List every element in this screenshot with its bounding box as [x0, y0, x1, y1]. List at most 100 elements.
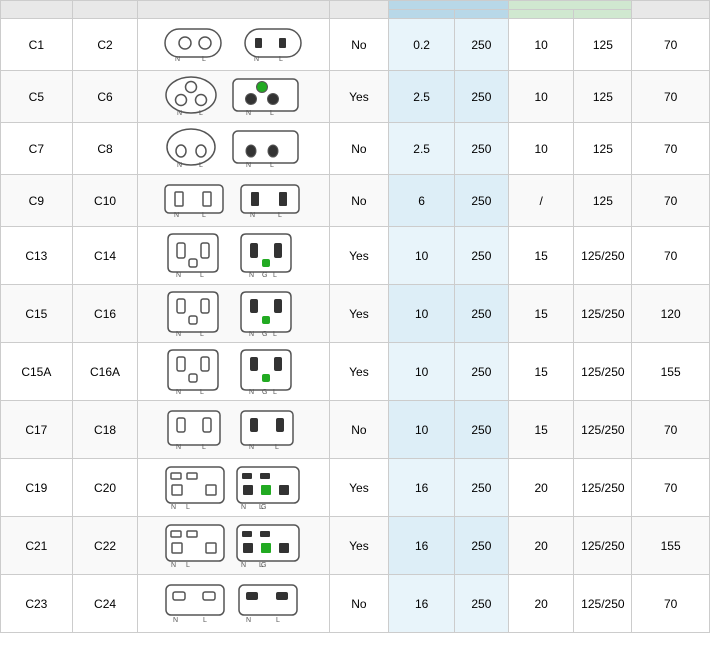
- intl-voltage-cell: 250: [455, 175, 509, 227]
- appliance-cell: C16A: [72, 343, 138, 401]
- svg-text:N: N: [249, 272, 254, 279]
- connector-cell: C9: [1, 175, 73, 227]
- na-current-cell: /: [508, 175, 574, 227]
- na-voltage-cell: 125/250: [574, 575, 632, 633]
- svg-text:G: G: [261, 562, 266, 569]
- intl-current-cell: 16: [389, 575, 455, 633]
- max-pin-temp-cell: 155: [632, 517, 710, 575]
- header-intl-voltage: [455, 10, 509, 19]
- svg-text:L: L: [273, 272, 277, 279]
- header-na-voltage: [574, 10, 632, 19]
- svg-text:N: N: [177, 162, 182, 169]
- na-current-cell: 15: [508, 401, 574, 459]
- earth-cell: Yes: [329, 285, 389, 343]
- svg-text:L: L: [186, 504, 190, 511]
- svg-text:N: N: [176, 444, 181, 451]
- na-current-cell: 20: [508, 517, 574, 575]
- na-voltage-cell: 125: [574, 19, 632, 71]
- header-earth: [329, 1, 389, 19]
- na-voltage-cell: 125: [574, 71, 632, 123]
- config-cell: N L N L G: [138, 343, 329, 401]
- svg-text:L: L: [273, 389, 277, 395]
- svg-text:N: N: [173, 617, 178, 624]
- svg-text:N: N: [254, 56, 259, 63]
- svg-text:L: L: [199, 110, 203, 117]
- intl-voltage-cell: 250: [455, 71, 509, 123]
- appliance-cell: C8: [72, 123, 138, 175]
- earth-cell: No: [329, 401, 389, 459]
- earth-cell: Yes: [329, 71, 389, 123]
- intl-current-cell: 16: [389, 517, 455, 575]
- appliance-cell: C6: [72, 71, 138, 123]
- config-cell: N L N L G: [138, 227, 329, 285]
- svg-text:N: N: [249, 331, 254, 337]
- svg-text:N: N: [246, 617, 251, 624]
- intl-current-cell: 2.5: [389, 71, 455, 123]
- intl-voltage-cell: 250: [455, 123, 509, 175]
- max-pin-temp-cell: 155: [632, 343, 710, 401]
- earth-cell: No: [329, 575, 389, 633]
- intl-current-cell: 16: [389, 459, 455, 517]
- connector-cell: C1: [1, 19, 73, 71]
- max-pin-temp-cell: 70: [632, 123, 710, 175]
- max-pin-temp-cell: 70: [632, 227, 710, 285]
- svg-text:L: L: [279, 56, 283, 63]
- svg-text:L: L: [199, 162, 203, 169]
- appliance-cell: C24: [72, 575, 138, 633]
- svg-text:N: N: [171, 562, 176, 569]
- header-connector: [1, 1, 73, 19]
- appliance-cell: C18: [72, 401, 138, 459]
- connector-cell: C19: [1, 459, 73, 517]
- na-current-cell: 20: [508, 459, 574, 517]
- header-appliance: [72, 1, 138, 19]
- svg-text:L: L: [202, 444, 206, 451]
- config-cell: N L N L G: [138, 517, 329, 575]
- earth-cell: No: [329, 123, 389, 175]
- config-cell: N L N L G: [138, 285, 329, 343]
- config-cell: N L N L: [138, 71, 329, 123]
- header-north-america: [508, 1, 632, 10]
- earth-cell: Yes: [329, 517, 389, 575]
- svg-text:N: N: [171, 504, 176, 511]
- max-pin-temp-cell: 70: [632, 401, 710, 459]
- connector-table: C1C2 N L N L No0.22501012570C5C6 N L N L…: [0, 0, 710, 633]
- config-cell: N L N L: [138, 575, 329, 633]
- svg-text:N: N: [249, 389, 254, 395]
- svg-text:N: N: [246, 110, 251, 117]
- intl-voltage-cell: 250: [455, 227, 509, 285]
- max-pin-temp-cell: 70: [632, 575, 710, 633]
- svg-text:N: N: [249, 444, 254, 451]
- svg-text:L: L: [200, 331, 204, 337]
- na-voltage-cell: 125/250: [574, 517, 632, 575]
- svg-text:L: L: [270, 162, 274, 169]
- appliance-cell: C22: [72, 517, 138, 575]
- na-voltage-cell: 125/250: [574, 343, 632, 401]
- config-cell: N L N L: [138, 123, 329, 175]
- svg-text:L: L: [200, 272, 204, 279]
- config-cell: N L N L: [138, 401, 329, 459]
- na-voltage-cell: 125/250: [574, 401, 632, 459]
- earth-cell: No: [329, 19, 389, 71]
- earth-cell: Yes: [329, 459, 389, 517]
- intl-voltage-cell: 250: [455, 285, 509, 343]
- header-intl-current: [389, 10, 455, 19]
- svg-text:L: L: [276, 617, 280, 624]
- svg-text:L: L: [186, 562, 190, 569]
- appliance-cell: C2: [72, 19, 138, 71]
- na-current-cell: 15: [508, 285, 574, 343]
- na-current-cell: 20: [508, 575, 574, 633]
- svg-text:L: L: [270, 110, 274, 117]
- earth-cell: No: [329, 175, 389, 227]
- config-cell: N L N L: [138, 19, 329, 71]
- header-max-pin-temp: [632, 1, 710, 19]
- intl-voltage-cell: 250: [455, 19, 509, 71]
- svg-text:L: L: [200, 389, 204, 395]
- max-pin-temp-cell: 70: [632, 175, 710, 227]
- appliance-cell: C16: [72, 285, 138, 343]
- intl-voltage-cell: 250: [455, 401, 509, 459]
- na-current-cell: 15: [508, 343, 574, 401]
- na-voltage-cell: 125: [574, 175, 632, 227]
- svg-text:N: N: [246, 162, 251, 169]
- appliance-cell: C10: [72, 175, 138, 227]
- svg-text:G: G: [262, 331, 267, 337]
